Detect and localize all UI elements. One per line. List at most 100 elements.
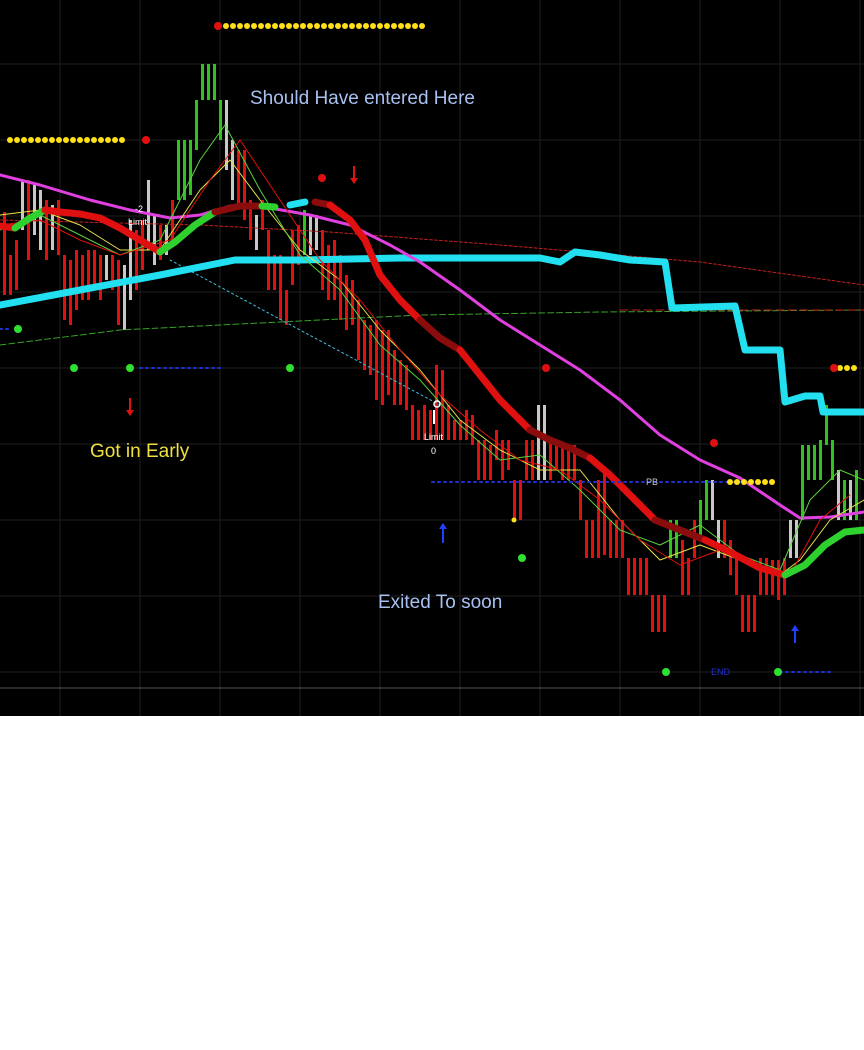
annotation-got-in-early: Got in Early: [90, 441, 190, 462]
yellow-signal-dot: [70, 137, 76, 143]
price-bar: [195, 100, 198, 150]
yellow-signal-dot: [7, 137, 13, 143]
price-bar: [819, 440, 822, 480]
yellow-signal-dot: [258, 23, 264, 29]
yellow-signal-dot: [105, 137, 111, 143]
annotation-should-have-entered: Should Have entered Here: [250, 88, 475, 109]
yellow-signal-dot: [251, 23, 257, 29]
price-bar: [735, 558, 738, 595]
yellow-signal-dot: [328, 23, 334, 29]
yellow-signal-dot: [356, 23, 362, 29]
yellow-signal-dot: [272, 23, 278, 29]
yellow-signal-dot: [335, 23, 341, 29]
price-bar: [513, 480, 516, 520]
trend-line-segment: [286, 198, 309, 209]
price-bar: [627, 558, 630, 595]
limit-value-label-2: 0: [431, 446, 436, 456]
price-bar: [801, 445, 804, 520]
yellow-signal-dot: [49, 137, 55, 143]
price-bar: [609, 520, 612, 558]
yellow-signal-dot: [762, 479, 768, 485]
price-bar: [381, 330, 384, 405]
price-bar: [453, 420, 456, 440]
price-bar: [99, 255, 102, 300]
price-bar: [585, 520, 588, 558]
yellow-signal-dot: [244, 23, 250, 29]
yellow-signal-dot: [265, 23, 271, 29]
yellow-signal-dot: [363, 23, 369, 29]
price-bar: [753, 595, 756, 632]
price-bar: [189, 140, 192, 195]
price-bar: [747, 595, 750, 632]
yellow-signal-dot: [419, 23, 425, 29]
price-bar: [213, 64, 216, 100]
price-bar: [285, 290, 288, 325]
price-bar: [399, 360, 402, 405]
yellow-signal-dot: [412, 23, 418, 29]
price-bar: [417, 410, 420, 440]
price-bar: [33, 185, 36, 235]
price-bar: [795, 520, 798, 558]
price-bar: [309, 215, 312, 255]
price-bar: [177, 140, 180, 200]
yellow-signal-dot: [727, 479, 733, 485]
price-bar: [837, 470, 840, 520]
price-bar: [123, 265, 126, 330]
yellow-signal-dot: [370, 23, 376, 29]
price-bar: [345, 275, 348, 330]
yellow-signal-dot: [56, 137, 62, 143]
yellow-signal-dot: [377, 23, 383, 29]
green-signal-dot: [70, 364, 78, 372]
price-bar: [711, 480, 714, 520]
yellow-signal-dot: [307, 23, 313, 29]
yellow-signal-dot: [21, 137, 27, 143]
red-signal-dot: [142, 136, 150, 144]
price-bar: [255, 215, 258, 250]
yellow-signal-dot: [384, 23, 390, 29]
price-bar: [357, 300, 360, 360]
limit-label-1: Limit: [128, 217, 148, 227]
yellow-signal-dot: [844, 365, 850, 371]
price-bar: [705, 480, 708, 520]
price-bar: [645, 558, 648, 595]
yellow-signal-dot: [405, 23, 411, 29]
price-bar: [519, 480, 522, 520]
yellow-signal-dot: [237, 23, 243, 29]
price-bar: [741, 595, 744, 632]
price-bar: [543, 405, 546, 480]
yellow-signal-dot: [223, 23, 229, 29]
price-bar: [333, 240, 336, 300]
price-bar: [315, 215, 318, 250]
green-signal-dot: [518, 554, 526, 562]
price-bar: [279, 255, 282, 320]
price-bar: [15, 240, 18, 290]
price-bar: [639, 558, 642, 595]
green-signal-dot: [662, 668, 670, 676]
trend-line-segment: [258, 202, 279, 211]
yellow-signal-dot: [300, 23, 306, 29]
green-signal-dot: [286, 364, 294, 372]
yellow-signal-dot: [98, 137, 104, 143]
yellow-signal-dot: [741, 479, 747, 485]
price-bar: [651, 595, 654, 632]
price-bar: [75, 250, 78, 310]
price-bar: [87, 250, 90, 300]
red-signal-dot: [318, 174, 326, 182]
red-signal-dot: [542, 364, 550, 372]
price-bar: [663, 595, 666, 632]
yellow-signal-dot: [112, 137, 118, 143]
yellow-signal-dot: [230, 23, 236, 29]
price-bar: [303, 210, 306, 255]
price-bar: [777, 560, 780, 600]
yellow-signal-dot: [28, 137, 34, 143]
price-bar: [411, 405, 414, 440]
yellow-signal-dot: [851, 365, 857, 371]
yellow-signal-dot: [91, 137, 97, 143]
price-bar: [633, 558, 636, 595]
price-bar: [813, 445, 816, 480]
chart-panel: Should Have entered Here Got in Early Ex…: [0, 0, 864, 716]
price-bar: [219, 100, 222, 140]
red-signal-dot: [710, 439, 718, 447]
price-bar: [771, 560, 774, 595]
price-bar: [363, 320, 366, 370]
